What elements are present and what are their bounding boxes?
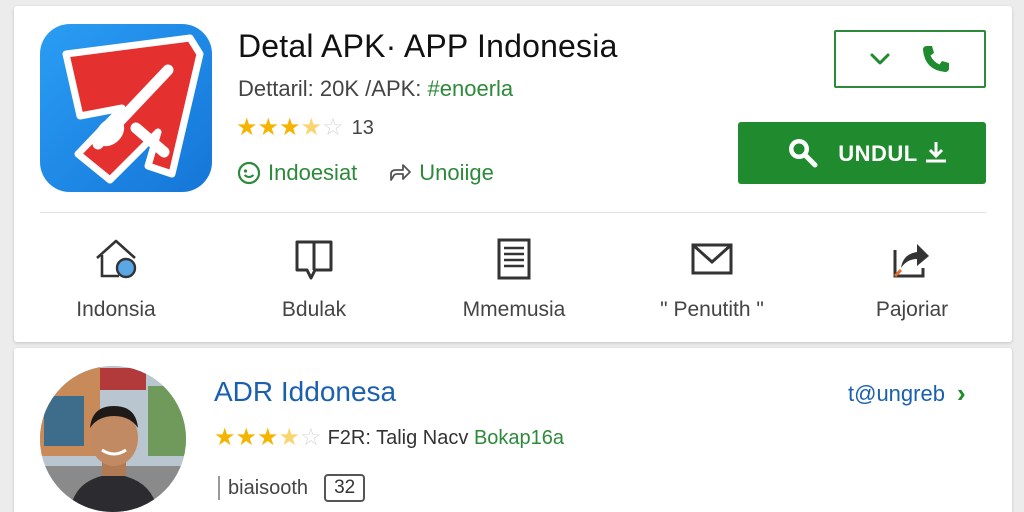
action-bar: Indonsia Bdulak Mmemusia " Penutith " Pa… [14, 226, 1012, 330]
book-icon [295, 240, 333, 280]
star-icon: ★ [235, 424, 258, 451]
star-icon: ★ [257, 114, 280, 141]
share-icon [390, 164, 412, 181]
app-detail-card: Detal APK· APP Indonesia Dettaril: 20K /… [14, 6, 1012, 342]
mail-icon [691, 243, 733, 275]
developer-footer-text: biaisooth [228, 476, 309, 499]
publisher-label: Indoesiat [268, 160, 358, 185]
share-label: Unoiige [419, 160, 494, 185]
action-label: Pajoriar [875, 298, 949, 321]
divider [40, 212, 986, 213]
star-rating: ★ ★ ★ ★ ☆ [236, 116, 344, 140]
app-tag-link[interactable]: #enoerla [428, 76, 514, 101]
download-label: UNDUL [838, 140, 948, 167]
action-home[interactable]: Indonsia [16, 226, 216, 330]
developer-link-label: t@ungreb [848, 380, 945, 406]
smiley-icon [237, 161, 261, 185]
avatar[interactable] [40, 366, 186, 512]
developer-rating-text: F2R: Talig Nacv Bokap16a [327, 426, 565, 449]
home-search-icon [96, 239, 137, 279]
publisher-link[interactable]: Indoesiat [236, 160, 357, 186]
developer-rating: ★ ★ ★ ★ ☆ F2R: Talig Nacv Bokap16a [214, 426, 564, 450]
document-list-icon [497, 238, 531, 280]
app-rating: ★ ★ ★ ★ ☆ 13 [236, 116, 374, 140]
star-icon: ★ [257, 424, 279, 451]
developer-name[interactable]: ADR Iddonesa [214, 376, 396, 408]
app-subtitle-text: Dettaril: 20K /APK: [238, 76, 428, 101]
action-label: " Penutith " [660, 298, 764, 321]
share-arrow-icon [893, 244, 929, 278]
star-rating: ★ ★ ★ ★ ☆ [214, 426, 322, 450]
action-label: Bdulak [281, 298, 347, 321]
chevron-down-icon [870, 53, 890, 65]
download-icon [925, 141, 946, 162]
star-empty-icon: ☆ [300, 424, 322, 451]
star-icon: ★ [214, 424, 236, 451]
app-logo-icon [40, 24, 212, 192]
star-icon: ★ [279, 114, 301, 141]
star-icon: ★ [236, 114, 258, 141]
action-label: Indonsia [76, 298, 156, 321]
phone-icon [923, 46, 949, 72]
chevron-right-icon: › [956, 378, 966, 408]
action-document[interactable]: Mmemusia [414, 226, 614, 330]
action-label: Mmemusia [462, 298, 566, 321]
app-title: Detal APK· APP Indonesia [238, 28, 618, 64]
action-book[interactable]: Bdulak [214, 226, 414, 330]
share-link[interactable]: Unoiige [387, 160, 494, 186]
action-mail[interactable]: " Penutith " [612, 226, 812, 330]
search-icon [789, 139, 818, 168]
verify-call-button[interactable] [834, 30, 986, 88]
rating-count: 13 [351, 116, 374, 139]
star-half-icon: ★ [300, 114, 323, 141]
app-meta: Indoesiat Unoiige [236, 160, 524, 186]
star-empty-icon: ☆ [322, 114, 344, 141]
app-subtitle: Dettaril: 20K /APK: #enoerla [238, 76, 513, 102]
download-button[interactable]: UNDUL [738, 122, 986, 184]
star-half-icon: ★ [278, 424, 301, 451]
action-share[interactable]: Pajoriar [812, 226, 1012, 330]
developer-link[interactable]: t@ungreb › [848, 378, 966, 409]
divider [218, 476, 220, 500]
developer-card: ADR Iddonesa t@ungreb › ★ ★ ★ ★ ☆ F2R: T… [14, 348, 1012, 512]
developer-footer: biaisooth 32 [218, 474, 366, 502]
count-badge: 32 [324, 474, 366, 502]
